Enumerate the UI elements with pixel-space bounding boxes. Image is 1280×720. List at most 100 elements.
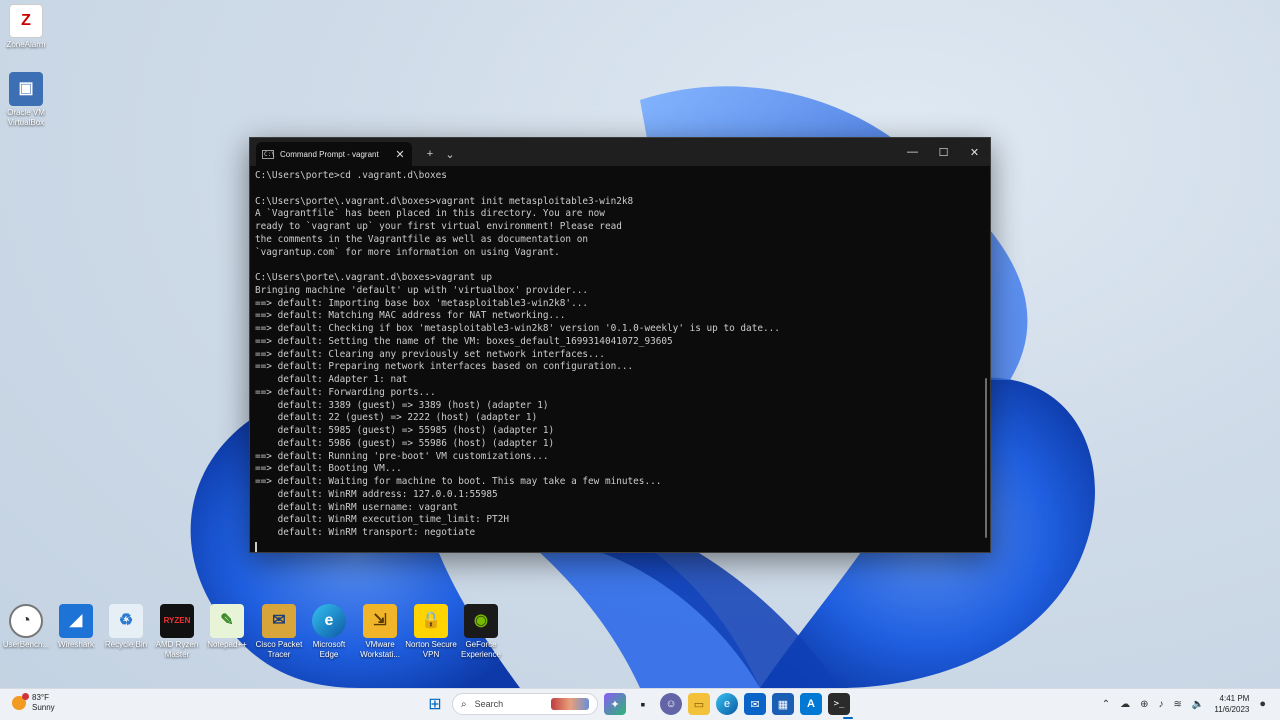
terminal-line: ==> default: Checking if box 'metasploit… [255,323,780,334]
norton-vpn-icon: 🔒 [414,604,448,638]
wifi-icon[interactable]: ≋ [1174,699,1182,710]
notepad-plus-icon: ✎ [210,604,244,638]
desktop-icon-edge[interactable]: e Microsoft Edge [303,604,355,660]
terminal-line: C:\Users\porte>cd .vagrant.d\boxes [255,170,447,181]
notification-badge [22,693,29,700]
recycle-bin-icon: ♻ [109,604,143,638]
file-explorer-icon[interactable]: ▭ [688,693,710,715]
terminal-line: default: 5986 (guest) => 55986 (host) (a… [255,437,555,449]
search-input[interactable]: ⌕ Search [452,693,598,715]
terminal-line: C:\Users\porte\.vagrant.d\boxes>vagrant … [255,195,634,207]
task-view-icon[interactable]: ▪ [632,693,654,715]
clock[interactable]: 4:41 PM 11/6/2023 [1214,693,1249,715]
microphone-icon[interactable]: ♪ [1159,699,1164,710]
desktop-icon-wireshark[interactable]: ◢ Wireshark [50,604,102,650]
terminal-line: ==> default: Forwarding ports... [255,386,436,398]
edge-taskbar-icon[interactable]: e [716,693,738,715]
network-icon[interactable]: ⊕ [1140,699,1148,710]
sun-icon [12,693,29,710]
terminal-line: `vagrantup.com` for more information on … [255,246,560,258]
edge-icon: e [312,604,346,638]
copilot-icon[interactable]: ✦ [604,693,626,715]
zonealarm-icon: Z [9,4,43,38]
new-tab-button[interactable]: + [420,142,440,166]
desktop-icon-label: Norton Secure VPN [405,640,457,659]
text-cursor [255,541,257,552]
desktop-icon-packet-tracer[interactable]: ✉ Cisco Packet Tracer [253,604,305,660]
cloud-icon[interactable]: ☁ [1120,699,1130,710]
terminal-line: default: 3389 (guest) => 3389 (host) (ad… [255,399,549,411]
mail-icon[interactable]: ✉ [744,693,766,715]
gauge-icon: ◔ [9,604,43,638]
terminal-output[interactable]: C:\Users\porte>cd .vagrant.d\boxes C:\Use… [250,166,990,552]
start-button[interactable]: ⊞ [424,693,446,715]
maximize-button[interactable]: ☐ [928,138,959,166]
taskbar: 83°F Sunny ⊞ ⌕ Search ✦ ▪ ☺ ▭ e ✉ ▦ A >_… [0,688,1280,720]
close-button[interactable]: ✕ [959,138,990,166]
desktop-icon-virtualbox[interactable]: ▣ Oracle VM VirtualBox [0,72,52,128]
desktop-icon-label: ZoneAlarm [6,40,46,49]
terminal-line: ready to `vagrant up` your first virtual… [255,221,622,232]
desktop-icon-recycle-bin[interactable]: ♻ Recycle Bin [100,604,152,650]
desktop-icon-label: Oracle VM VirtualBox [7,108,45,127]
desktop-icon-vmware[interactable]: ⇲ VMware Workstati... [354,604,406,660]
weather-temp: 83°F [32,693,49,702]
search-icon: ⌕ [461,698,467,710]
close-tab-icon[interactable]: ✕ [394,148,406,161]
volume-icon[interactable]: 🔈 [1192,699,1204,710]
azure-icon[interactable]: A [800,693,822,715]
cmd-icon: C:\ [262,149,275,159]
desktop-icon-label: Recycle Bin [104,640,148,649]
wireshark-icon: ◢ [59,604,93,638]
desktop-icon-zonealarm[interactable]: Z ZoneAlarm [0,4,52,50]
desktop-icon-label: Notepad++ [207,640,247,649]
terminal-line: ==> default: Importing base box 'metaspl… [255,297,589,309]
desktop-icon-label: AMD Ryzen Master [155,640,199,659]
system-tray: ⌃ ☁ ⊕ ♪ ≋ 🔈 4:41 PM 11/6/2023 ● [1102,693,1266,715]
show-hidden-icons-chevron-icon[interactable]: ⌃ [1102,699,1110,710]
desktop-icon-norton-vpn[interactable]: 🔒 Norton Secure VPN [405,604,457,660]
terminal-line: A `Vagrantfile` has been placed in this … [255,208,605,220]
desktop-icon-notepad-plus[interactable]: ✎ Notepad++ [201,604,253,650]
geforce-icon: ◉ [464,604,498,638]
terminal-line: default: WinRM transport: negotiate [255,527,476,538]
terminal-taskbar-icon[interactable]: >_ [828,693,850,715]
desktop-icon-ryzen-master[interactable]: RYZEN AMD Ryzen Master [151,604,203,660]
terminal-tab[interactable]: C:\ Command Prompt - vagrant ✕ [256,142,412,166]
terminal-line: default: WinRM address: 127.0.0.1:55985 [255,488,498,500]
desktop-icon-geforce[interactable]: ◉ GeForce Experience [455,604,507,660]
desktop-icon-label: Wireshark [57,640,94,649]
desktop-icon-label: UserBench... [2,640,50,649]
desktop-icon-label: VMware Workstati... [360,640,400,659]
terminal-line: ==> default: Booting VM... [255,463,402,475]
terminal-line: ==> default: Clearing any previously set… [255,348,605,360]
terminal-line: default: Adapter 1: nat [255,374,408,385]
weather-widget[interactable]: 83°F Sunny [12,693,55,713]
desktop-icon-label: Microsoft Edge [312,640,346,659]
chat-icon[interactable]: ☺ [660,693,682,715]
scrollbar-thumb[interactable] [985,378,987,538]
terminal-line: ==> default: Setting the name of the VM:… [255,335,673,347]
vmware-icon: ⇲ [363,604,397,638]
search-placeholder: Search [474,699,504,709]
terminal-line: default: WinRM username: vagrant [255,501,459,513]
active-app-indicator [843,717,853,719]
command-prompt-window[interactable]: C:\ Command Prompt - vagrant ✕ + ⌄ — ☐ ✕… [249,137,991,553]
store-icon[interactable]: ▦ [772,693,794,715]
terminal-line: ==> default: Running 'pre-boot' VM custo… [255,450,549,462]
terminal-line: default: WinRM execution_time_limit: PT2… [255,514,509,526]
terminal-line: ==> default: Preparing network interface… [255,361,634,373]
tab-dropdown-button[interactable]: ⌄ [440,142,460,166]
clock-date: 11/6/2023 [1214,705,1250,714]
minimize-button[interactable]: — [897,138,928,166]
terminal-line: ==> default: Matching MAC address for NA… [255,310,566,322]
notification-bell-icon[interactable]: ● [1259,698,1266,710]
terminal-line: Bringing machine 'default' up with 'virt… [255,284,589,296]
terminal-line: the comments in the Vagrantfile as well … [255,233,589,245]
desktop-icon-userbenchmark[interactable]: ◔ UserBench... [0,604,52,650]
terminal-line: C:\Users\porte\.vagrant.d\boxes>vagrant … [255,272,493,283]
window-titlebar[interactable]: C:\ Command Prompt - vagrant ✕ + ⌄ — ☐ ✕ [250,138,990,166]
weather-desc: Sunny [32,703,55,712]
virtualbox-icon: ▣ [9,72,43,106]
